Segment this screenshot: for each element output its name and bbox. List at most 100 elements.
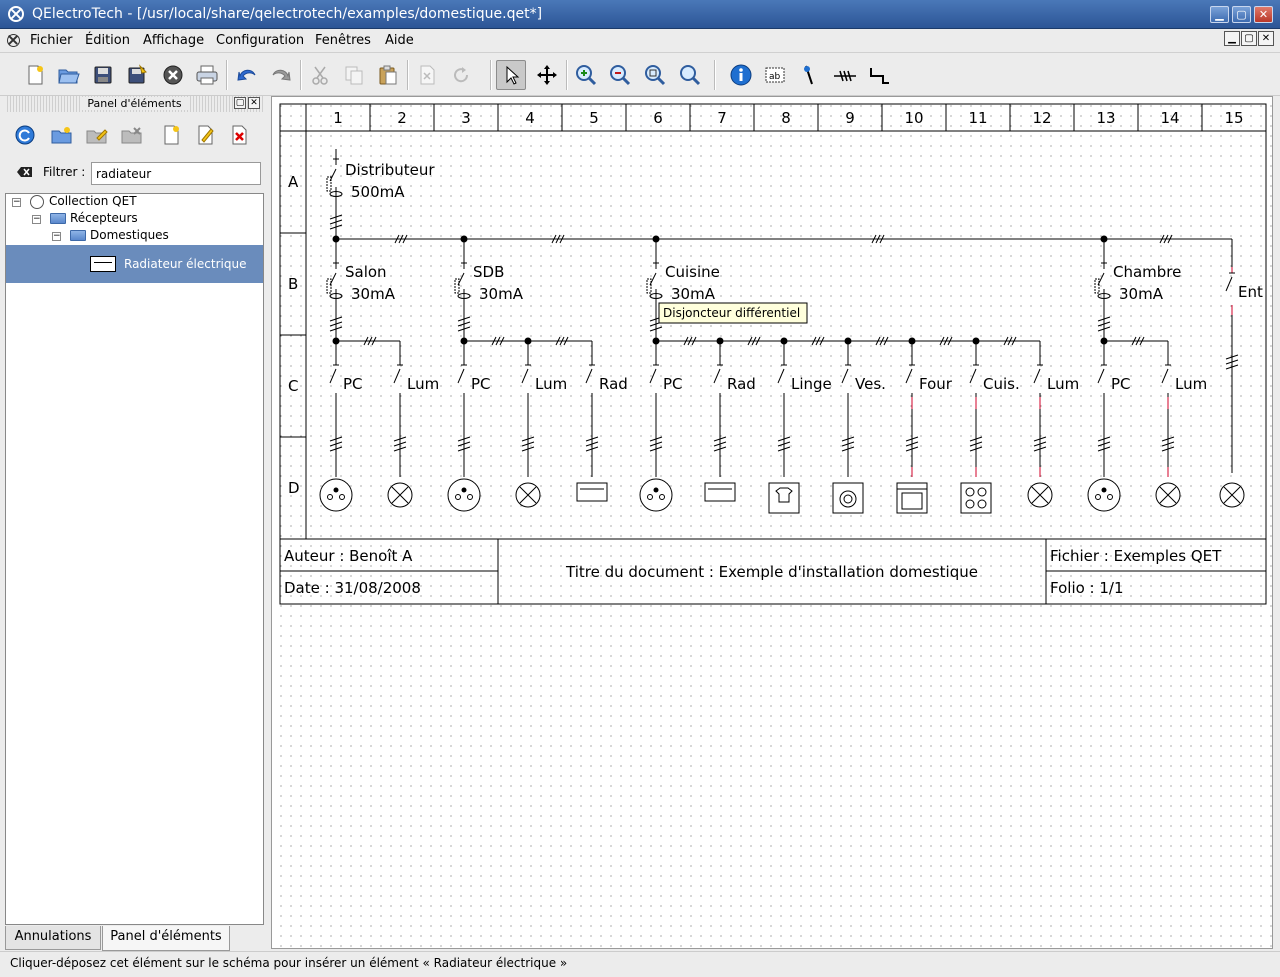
- column-label: 1: [333, 109, 343, 127]
- diagram-canvas[interactable]: 1 2 3 4 5 6 7 8 9 10 11 12 13 14 15 A B C D Auteur : B…: [271, 96, 1273, 949]
- circuit-lamp[interactable]: Lum: [491, 336, 567, 508]
- column-label: 5: [589, 109, 599, 127]
- circuit-socket[interactable]: PC: [447, 337, 491, 512]
- menu-edition[interactable]: Édition: [85, 33, 130, 48]
- tree-item-recepteurs[interactable]: Récepteurs: [50, 211, 138, 225]
- circuit-label: Lum: [535, 375, 567, 393]
- column-header-group: 1 2 3 4 5 6 7 8 9 10 11 12 13 14 15: [333, 104, 1244, 131]
- delete-category-icon[interactable]: [118, 122, 146, 148]
- row-label-d: D: [288, 479, 300, 497]
- filter-label: Filtrer :: [43, 165, 86, 179]
- add-text-icon[interactable]: ab: [760, 60, 790, 90]
- circuit-label: Rad: [599, 375, 628, 393]
- menu-aide[interactable]: Aide: [385, 33, 414, 48]
- column-label: 10: [904, 109, 923, 127]
- toolbar-separator: [566, 60, 568, 90]
- circuit-radiator[interactable]: Rad: [555, 336, 628, 502]
- tree-collapse-toggle[interactable]: −: [52, 232, 61, 241]
- mdi-close-button[interactable]: ✕: [1258, 31, 1274, 46]
- reset-conductors-icon[interactable]: [865, 60, 895, 90]
- copy-icon[interactable]: [339, 60, 369, 90]
- menu-fichier[interactable]: Fichier: [30, 33, 73, 48]
- tree-collapse-toggle[interactable]: −: [12, 198, 21, 207]
- circuit-lamp[interactable]: Lum: [1003, 336, 1079, 508]
- zoom-fit-icon[interactable]: [640, 60, 670, 90]
- print-icon[interactable]: [192, 60, 222, 90]
- move-view-icon[interactable]: [532, 60, 562, 90]
- breaker-rating: 30mA: [671, 285, 716, 303]
- zoom-out-icon[interactable]: [605, 60, 635, 90]
- tree-collapse-toggle[interactable]: −: [32, 215, 41, 224]
- select-pointer-icon[interactable]: [496, 60, 526, 90]
- panel-tabs: Annulations Panel d'éléments: [5, 926, 264, 951]
- circuit-socket[interactable]: PC: [319, 337, 363, 512]
- add-column-icon[interactable]: [795, 60, 825, 90]
- circuit-dishwasher[interactable]: Ves.: [811, 336, 886, 514]
- document-menu-icon[interactable]: [7, 34, 20, 47]
- column-label: 11: [968, 109, 987, 127]
- mdi-restore-button[interactable]: ▢: [1241, 31, 1257, 46]
- edit-element-icon[interactable]: [191, 122, 219, 148]
- tree-item-radiateur-electrique[interactable]: Radiateur électrique: [90, 246, 246, 282]
- edit-category-icon[interactable]: [83, 122, 111, 148]
- rotate-icon[interactable]: [446, 60, 476, 90]
- circuit-socket[interactable]: PC: [1087, 337, 1131, 512]
- filter-input[interactable]: [91, 162, 261, 185]
- menu-fenetres[interactable]: Fenêtres: [315, 33, 371, 48]
- column-label: 2: [397, 109, 407, 127]
- breaker-chambre[interactable]: Chambre 30mA: [1094, 239, 1181, 341]
- open-file-icon[interactable]: [54, 60, 84, 90]
- paste-icon[interactable]: [373, 60, 403, 90]
- redo-icon[interactable]: [266, 60, 296, 90]
- circuit-washer[interactable]: Linge: [747, 336, 832, 514]
- reload-collection-icon[interactable]: [11, 122, 39, 148]
- cut-icon[interactable]: [305, 60, 335, 90]
- tree-item-collection-qet[interactable]: Collection QET: [30, 194, 137, 209]
- circuit-oven[interactable]: Four: [875, 336, 953, 514]
- circuit-socket[interactable]: PC: [639, 337, 683, 512]
- circuit-label: Rad: [727, 375, 756, 393]
- delete-icon[interactable]: [412, 60, 442, 90]
- elements-tree[interactable]: − Collection QET − Récepteurs − Domestiq…: [5, 193, 264, 925]
- new-file-icon[interactable]: [20, 60, 50, 90]
- breaker-rating: 30mA: [1119, 285, 1164, 303]
- save-as-icon[interactable]: [122, 60, 152, 90]
- breaker-sdb[interactable]: SDB 30mA: [454, 239, 524, 341]
- zoom-reset-icon[interactable]: [675, 60, 705, 90]
- column-label: 12: [1032, 109, 1051, 127]
- undo-icon[interactable]: [232, 60, 262, 90]
- panel-close-button[interactable]: ✕: [248, 97, 260, 109]
- panel-title: Panel d'éléments: [5, 96, 264, 112]
- circuit-lamp[interactable]: Lum: [1131, 336, 1207, 508]
- column-label: 4: [525, 109, 535, 127]
- maximize-button[interactable]: ▢: [1232, 6, 1251, 23]
- breaker-ent[interactable]: Ent: [1219, 267, 1263, 508]
- tab-panel-elements[interactable]: Panel d'éléments: [102, 926, 230, 951]
- save-icon[interactable]: [88, 60, 118, 90]
- column-label: 3: [461, 109, 471, 127]
- titleblock-file: Fichier : Exemples QET: [1050, 547, 1222, 565]
- delete-element-icon[interactable]: [225, 122, 253, 148]
- mdi-minimize-button[interactable]: ▁: [1224, 31, 1240, 46]
- menu-affichage[interactable]: Affichage: [143, 33, 204, 48]
- properties-info-icon[interactable]: [726, 60, 756, 90]
- panel-float-button[interactable]: ▢: [234, 97, 246, 109]
- close-document-icon[interactable]: [158, 60, 188, 90]
- circuit-radiator[interactable]: Rad: [683, 336, 756, 502]
- breaker-cuisine[interactable]: Cuisine 30mA: [646, 239, 720, 341]
- new-element-icon[interactable]: [157, 122, 185, 148]
- tree-item-domestiques[interactable]: Domestiques: [70, 228, 169, 242]
- clear-filter-icon[interactable]: [17, 166, 33, 178]
- schematic[interactable]: 1 2 3 4 5 6 7 8 9 10 11 12 13 14 15 A B C D Auteur : B…: [272, 97, 1273, 949]
- tab-annulations[interactable]: Annulations: [5, 926, 101, 950]
- zoom-in-icon[interactable]: [571, 60, 601, 90]
- circuit-hob[interactable]: Cuis.: [939, 336, 1020, 514]
- breaker-salon[interactable]: Salon 30mA: [326, 239, 396, 341]
- circuit-lamp[interactable]: Lum: [363, 336, 439, 508]
- close-window-button[interactable]: ✕: [1254, 6, 1273, 23]
- main-breaker-distributeur[interactable]: Distributeur 500mA: [326, 149, 435, 239]
- new-category-icon[interactable]: [48, 122, 76, 148]
- menu-configuration[interactable]: Configuration: [216, 33, 304, 48]
- add-conductor-icon[interactable]: [830, 60, 860, 90]
- minimize-button[interactable]: ▁: [1210, 6, 1229, 23]
